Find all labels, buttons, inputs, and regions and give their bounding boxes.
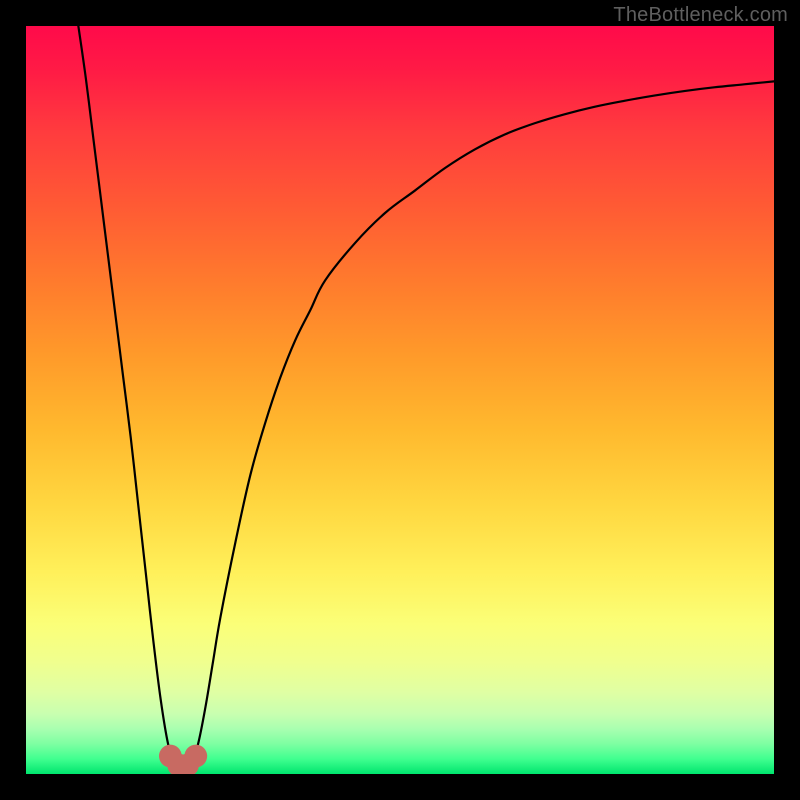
curve-overlay xyxy=(26,26,774,774)
outer-frame: TheBottleneck.com xyxy=(0,0,800,800)
minimum-markers xyxy=(159,745,207,774)
attribution-watermark: TheBottleneck.com xyxy=(613,4,788,27)
min-marker xyxy=(159,745,182,768)
min-marker xyxy=(184,745,207,768)
plot-area xyxy=(26,26,774,774)
bottleneck-curve xyxy=(78,26,774,770)
